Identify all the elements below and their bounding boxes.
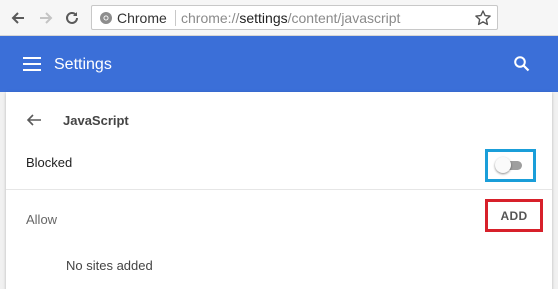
- hamburger-menu-icon[interactable]: [23, 57, 41, 71]
- forward-arrow-icon[interactable]: [36, 8, 56, 28]
- page-title: Settings: [54, 56, 112, 73]
- toggle-highlight-box: [485, 149, 536, 182]
- back-arrow-icon[interactable]: [25, 112, 43, 128]
- section-title: JavaScript: [63, 113, 129, 128]
- allow-label: Allow: [26, 212, 58, 227]
- search-icon[interactable]: [513, 55, 531, 73]
- url-host: settings: [239, 10, 288, 26]
- site-chip: Chrome: [117, 10, 167, 26]
- bookmark-star-icon[interactable]: [474, 9, 492, 27]
- divider: [6, 189, 552, 190]
- reload-icon[interactable]: [62, 8, 82, 28]
- add-highlight-box: ADD: [485, 199, 543, 232]
- address-bar[interactable]: Chrome chrome://settings/content/javascr…: [91, 5, 498, 30]
- url-text: chrome://settings/content/javascript: [181, 10, 400, 26]
- add-button[interactable]: ADD: [488, 202, 540, 229]
- toggle-thumb[interactable]: [495, 157, 511, 173]
- chrome-logo-icon: [99, 11, 113, 25]
- url-path: /content/javascript: [287, 10, 401, 26]
- settings-card: JavaScript Blocked Allow ADD No sites ad…: [6, 92, 552, 289]
- address-separator: [175, 10, 176, 26]
- settings-header: Settings: [0, 36, 558, 92]
- back-arrow-icon[interactable]: [8, 8, 28, 28]
- url-scheme: chrome://: [181, 10, 240, 26]
- blocked-label: Blocked: [26, 155, 73, 170]
- empty-list-text: No sites added: [66, 258, 153, 273]
- browser-toolbar: Chrome chrome://settings/content/javascr…: [0, 0, 558, 36]
